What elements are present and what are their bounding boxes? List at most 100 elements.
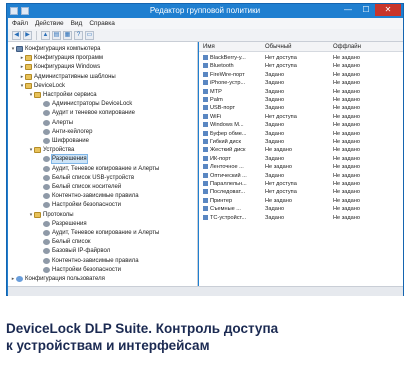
device-name-cell: USB-порт (203, 104, 263, 112)
device-row[interactable]: Гибкий диск Задано Не задано (199, 138, 403, 146)
device-row[interactable]: Принтер Не задано Не задано (199, 197, 403, 205)
tree-node[interactable]: Аудит, Теневое копирование и Алерты (37, 165, 159, 173)
device-row[interactable]: Windows M... Задано Не задано (199, 121, 403, 129)
tree-node[interactable]: ▸ Конфигурация Windows (19, 63, 100, 71)
tree-node[interactable]: Разрешения (37, 154, 88, 165)
cell-text: Оптический ... (210, 172, 247, 179)
tree-node[interactable]: Базовый IP-файрвол (37, 247, 110, 255)
tree-node[interactable]: Контентно-зависимые правила (37, 257, 139, 265)
device-row[interactable]: Ленточное ... Не задано Не задано (199, 163, 403, 171)
column-header-offline[interactable]: Оффлайн (333, 42, 361, 52)
tree-node[interactable]: Аудит, Теневое копирование и Алерты (37, 229, 159, 237)
device-row[interactable]: BlackBerry-у... Нет доступа Не задано (199, 54, 403, 62)
close-button[interactable]: ✕ (375, 4, 401, 16)
device-row[interactable]: iPhone-устр... Задано Не задано (199, 79, 403, 87)
tree-node[interactable]: ▾ Устройства (28, 146, 74, 154)
maximize-button[interactable]: ☐ (357, 4, 375, 16)
menu-item[interactable]: Справка (89, 18, 115, 29)
minimize-button[interactable]: — (339, 4, 357, 16)
tree-node[interactable]: Анти-кейлогер (37, 128, 92, 136)
tree-node[interactable]: Белый список носителей (37, 183, 121, 191)
cell-text: Не задано (333, 206, 360, 213)
tree-node[interactable]: Алерты (37, 119, 73, 127)
tree-node[interactable]: Контентно-зависимые правила (37, 192, 139, 200)
device-name-cell: Ленточное ... (203, 163, 263, 171)
column-header-normal[interactable]: Обычный (265, 42, 292, 52)
menu-item[interactable]: Файл (12, 18, 28, 29)
device-name-cell: Жесткий диск (203, 146, 263, 154)
cell-text: Задано (265, 71, 285, 78)
tree-node-label: Базовый IP-файрвол (52, 248, 111, 255)
device-name-cell: WiFi (203, 113, 263, 121)
tree-node-label: Контентно-зависимые правила (52, 257, 139, 264)
forward-icon[interactable]: ▶ (23, 31, 32, 40)
device-icon (203, 80, 208, 86)
device-row[interactable]: Последоват... Нет доступа Не задано (199, 188, 403, 196)
column-header-name[interactable]: Имя (203, 42, 215, 52)
menu-item[interactable]: Вид (71, 18, 83, 29)
tree-node[interactable]: Шифрование (37, 137, 89, 145)
toolbar: ◀ ▶ ▲ ▤ ▦? ▭ (8, 29, 403, 42)
tree-node[interactable]: Аудит и теневое копирование (37, 109, 135, 117)
device-row[interactable]: FireWire-порт Задано Не задано (199, 71, 403, 79)
tree-node-label: Администраторы DeviceLock (52, 101, 133, 108)
tree-node[interactable]: Белый список USB-устройств (37, 174, 134, 182)
tree-node-label: Конфигурация пользователя (25, 276, 105, 282)
device-row[interactable]: ИК-порт Задано Не задано (199, 155, 403, 163)
tree-node[interactable]: ▾ DeviceLock (19, 82, 65, 90)
offline-state-cell: Не задано (333, 155, 399, 163)
normal-state-cell: Нет доступа (265, 113, 331, 121)
device-icon (203, 181, 208, 187)
tree-node[interactable]: Белый список (37, 238, 91, 246)
tree-node[interactable]: ▾ Протоколы (28, 211, 74, 219)
cell-text: Задано (265, 88, 285, 95)
back-icon[interactable]: ◀ (12, 31, 21, 40)
cell-text: WiFi (210, 113, 222, 120)
device-row[interactable]: MTP Задано Не задано (199, 88, 403, 96)
device-row[interactable]: USB-порт Задано Не задано (199, 104, 403, 112)
app-window: Редактор групповой политики — ☐ ✕ Файл Де… (6, 3, 404, 296)
device-row[interactable]: TC-устройст... Задано Не задано (199, 214, 403, 222)
device-row[interactable]: Параллельн... Нет доступа Не задано (199, 180, 403, 188)
device-row[interactable]: Bluetooth Нет доступа Не задано (199, 62, 403, 70)
menu-item[interactable]: Действие (35, 18, 64, 29)
up-folder-icon[interactable]: ▲ (41, 31, 50, 40)
tree-node[interactable]: ▸ Конфигурация пользователя (10, 275, 105, 283)
tree-node[interactable]: Разрешения (37, 220, 87, 228)
tree-node[interactable]: ▾ Конфигурация компьютера (10, 45, 101, 53)
cell-text: Последоват... (210, 189, 246, 196)
help-icon[interactable]: ? (74, 31, 83, 40)
device-row[interactable]: Буфер обме... Задано Не задано (199, 130, 403, 138)
device-icon (203, 206, 208, 212)
device-row[interactable]: Оптический ... Задано Не задано (199, 172, 403, 180)
gear-icon (43, 248, 50, 255)
offline-state-cell: Не задано (333, 188, 399, 196)
tree-node-label: Белый список носителей (52, 184, 122, 190)
device-row[interactable]: Жесткий диск Не задано Не задано (199, 146, 403, 154)
tree-node[interactable]: Администраторы DeviceLock (37, 100, 132, 108)
gear-icon (43, 184, 50, 190)
tree-node[interactable]: ▾ Настройки сервиса (28, 91, 97, 99)
tree-node[interactable]: Настройки безопасности (37, 266, 121, 274)
device-row[interactable]: Palm Задано Не задано (199, 96, 403, 104)
device-row[interactable]: Съемные ... Задано Не задано (199, 205, 403, 213)
cell-text: Не задано (333, 164, 360, 171)
device-name-cell: Windows M... (203, 121, 263, 129)
caption-line-2: к устройствам и интерфейсам (6, 338, 210, 353)
show-hide-tree-icon[interactable]: ▤ (52, 31, 61, 40)
tree-node[interactable]: Настройки безопасности (37, 201, 121, 209)
offline-state-cell: Не задано (333, 62, 399, 70)
device-row[interactable]: WiFi Нет доступа Не задано (199, 113, 403, 121)
tree-node[interactable]: ▸ Административные шаблоны (19, 73, 116, 81)
tree-node[interactable]: ▸ Конфигурация программ (19, 54, 103, 62)
device-icon (203, 189, 208, 195)
cell-text: MTP (210, 88, 222, 95)
console-icon[interactable]: ▭ (85, 31, 94, 40)
offline-state-cell: Не задано (333, 96, 399, 104)
cell-text: Задано (265, 206, 285, 213)
offline-state-cell: Не задано (333, 113, 399, 121)
device-name-cell: Гибкий диск (203, 138, 263, 146)
device-name-cell: Последоват... (203, 188, 263, 196)
properties-icon[interactable]: ▦ (63, 31, 72, 40)
offline-state-cell: Не задано (333, 104, 399, 112)
